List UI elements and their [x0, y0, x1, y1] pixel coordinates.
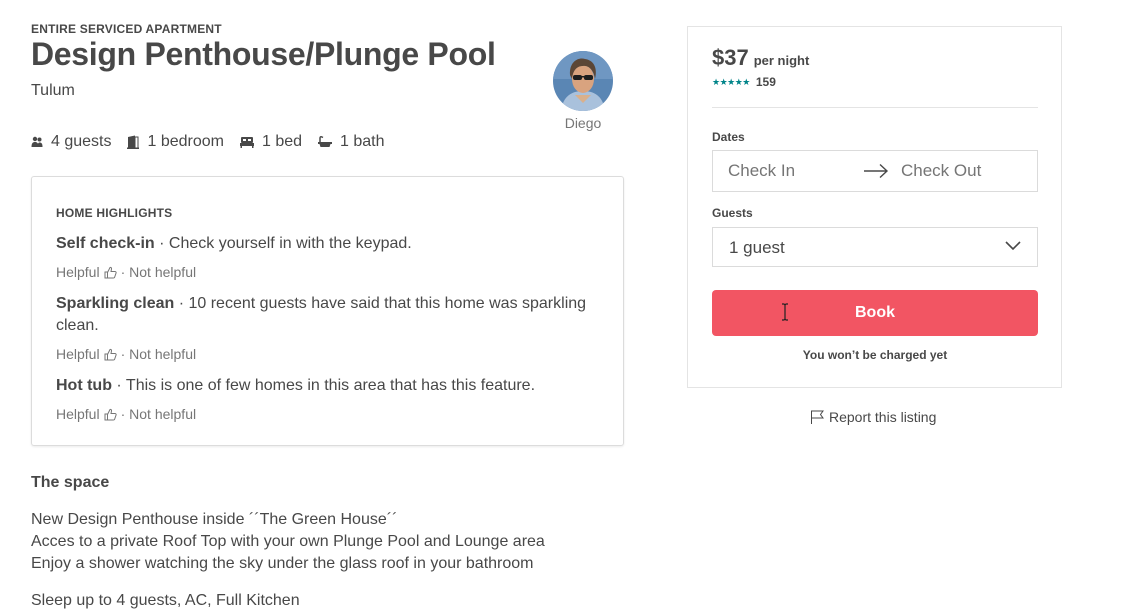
- divider: [712, 107, 1038, 108]
- listing-title: Design Penthouse/Plunge Pool: [31, 36, 496, 72]
- thumbs-up-icon[interactable]: [104, 266, 117, 279]
- not-charged-note: You won’t be charged yet: [802, 348, 948, 362]
- rating-summary[interactable]: ★★★★★ 159: [712, 75, 776, 89]
- space-description-line: Enjoy a shower watching the sky under th…: [31, 555, 534, 572]
- highlights-title: HOME HIGHLIGHTS: [56, 206, 173, 220]
- highlight-feedback: Helpful · Not helpful: [56, 406, 196, 422]
- highlight-text: · Check yourself in with the keypad.: [154, 235, 412, 252]
- chevron-down-icon[interactable]: [1005, 241, 1021, 251]
- bed-icon: [239, 137, 254, 148]
- price-unit: per night: [753, 53, 810, 68]
- dates-label: Dates: [712, 130, 745, 144]
- space-description-line: Sleep up to 4 guests, AC, Full Kitchen: [31, 592, 300, 609]
- guests-label: Guests: [712, 206, 753, 220]
- highlight-name: Sparkling clean: [56, 295, 175, 312]
- amenity-bed-label: 1 bed: [261, 133, 303, 150]
- host-avatar[interactable]: [553, 51, 613, 111]
- check-in-input[interactable]: Check In: [728, 161, 795, 181]
- arrow-right-icon: [864, 163, 889, 179]
- helpful-link[interactable]: Helpful: [56, 406, 100, 422]
- amenities-row: 4 guests 1 bedroom 1 bed 1 bath: [31, 133, 401, 151]
- book-button[interactable]: Book: [712, 290, 1038, 336]
- helpful-link[interactable]: Helpful: [56, 264, 100, 280]
- amenity-bath: 1 bath: [318, 133, 385, 151]
- booking-card: $37 per night ★★★★★ 159 Dates Check In C…: [687, 26, 1062, 388]
- feedback-separator: ·: [120, 264, 126, 280]
- text-cursor-icon: [782, 303, 788, 321]
- review-count[interactable]: 159: [756, 75, 776, 89]
- star-rating-icon: ★★★★★: [712, 76, 750, 87]
- report-listing-link[interactable]: Report this listing: [810, 409, 936, 425]
- host-name[interactable]: Diego: [553, 115, 613, 131]
- amenity-bed: 1 bed: [239, 133, 303, 151]
- feedback-separator: ·: [120, 346, 126, 362]
- highlight-self-check-in: Self check-in · Check yourself in with t…: [56, 233, 601, 255]
- listing-type: ENTIRE SERVICED APARTMENT: [31, 22, 222, 36]
- thumbs-up-icon[interactable]: [104, 408, 117, 421]
- host-profile[interactable]: Diego: [553, 51, 613, 131]
- home-highlights-card: HOME HIGHLIGHTS Self check-in · Check yo…: [31, 176, 624, 446]
- guests-select[interactable]: 1 guest: [712, 227, 1038, 267]
- space-section-title: The space: [31, 474, 110, 491]
- space-description-line: Acces to a private Roof Top with your ow…: [31, 533, 545, 550]
- helpful-link[interactable]: Helpful: [56, 346, 100, 362]
- not-helpful-link[interactable]: Not helpful: [129, 346, 196, 362]
- feedback-separator: ·: [120, 406, 126, 422]
- not-helpful-link[interactable]: Not helpful: [129, 406, 196, 422]
- highlight-sparkling-clean: Sparkling clean · 10 recent guests have …: [56, 293, 601, 337]
- bedroom-icon: [127, 135, 140, 149]
- space-description-line: New Design Penthouse inside ´´The Green …: [31, 511, 398, 528]
- listing-city[interactable]: Tulum: [31, 82, 75, 100]
- highlight-name: Self check-in: [56, 235, 155, 252]
- amenity-guests: 4 guests: [31, 133, 111, 151]
- amenity-bedroom: 1 bedroom: [127, 133, 224, 151]
- highlight-feedback: Helpful · Not helpful: [56, 346, 196, 362]
- flag-icon[interactable]: [810, 410, 825, 425]
- thumbs-up-icon[interactable]: [104, 348, 117, 361]
- highlight-feedback: Helpful · Not helpful: [56, 264, 196, 280]
- check-out-input[interactable]: Check Out: [901, 161, 981, 181]
- guests-value[interactable]: 1 guest: [729, 238, 785, 258]
- highlight-hot-tub: Hot tub · This is one of few homes in th…: [56, 375, 601, 397]
- price-amount: $37: [712, 45, 749, 70]
- highlight-name: Hot tub: [56, 377, 112, 394]
- guests-icon: [31, 136, 43, 147]
- bath-icon: [318, 136, 333, 147]
- amenity-guests-label: 4 guests: [51, 133, 112, 150]
- highlight-text: · This is one of few homes in this area …: [111, 377, 536, 394]
- report-listing-label[interactable]: Report this listing: [829, 409, 936, 425]
- price-display: $37 per night: [712, 45, 809, 71]
- amenity-bath-label: 1 bath: [340, 133, 385, 150]
- not-helpful-link[interactable]: Not helpful: [129, 264, 196, 280]
- amenity-bedroom-label: 1 bedroom: [147, 133, 224, 150]
- dates-picker[interactable]: Check In Check Out: [712, 150, 1038, 192]
